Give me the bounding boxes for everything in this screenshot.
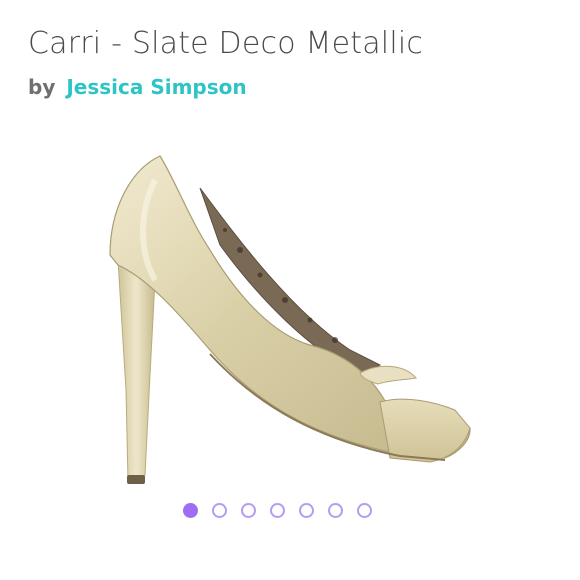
carousel-dot-7[interactable] xyxy=(357,503,372,518)
carousel-dot-5[interactable] xyxy=(299,503,314,518)
carousel-dot-6[interactable] xyxy=(328,503,343,518)
product-image[interactable] xyxy=(60,140,530,500)
carousel-dots xyxy=(183,503,372,518)
product-header: Carri - Slate Deco Metallic by Jessica S… xyxy=(28,22,560,102)
byline: by Jessica Simpson xyxy=(28,72,560,102)
carousel-dot-4[interactable] xyxy=(270,503,285,518)
shoe-illustration xyxy=(109,155,471,484)
carousel-dot-2[interactable] xyxy=(212,503,227,518)
carousel-dot-3[interactable] xyxy=(241,503,256,518)
carousel-dot-1[interactable] xyxy=(183,503,198,518)
product-title: Carri - Slate Deco Metallic xyxy=(28,26,424,61)
by-label: by xyxy=(28,75,56,99)
brand-link[interactable]: Jessica Simpson xyxy=(66,75,246,99)
